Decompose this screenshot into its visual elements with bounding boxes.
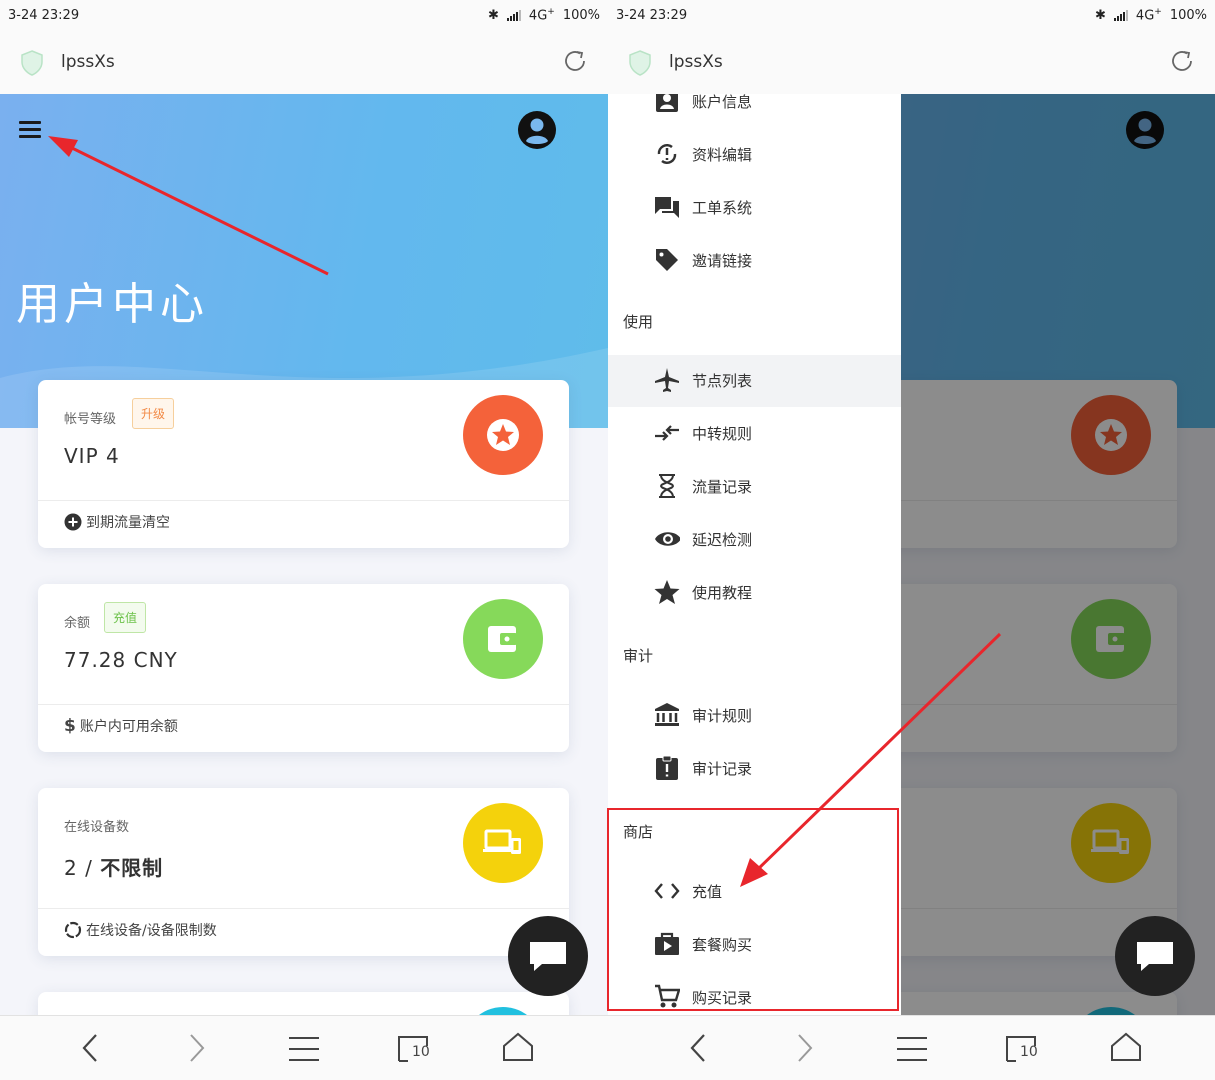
- reload-icon[interactable]: [1167, 46, 1197, 80]
- bluetooth-icon: ✱: [488, 7, 499, 23]
- hourglass-icon: [654, 473, 680, 499]
- devices-card: 在线设备数 2 / 不限制 在线设备/设备限制数: [38, 788, 569, 956]
- reload-icon[interactable]: [560, 46, 590, 80]
- tabs-icon[interactable]: 10: [396, 1034, 430, 1068]
- chat-icon: [530, 942, 566, 971]
- menu-item-invite-link[interactable]: 邀请链接: [608, 235, 901, 287]
- chat-icon: [1137, 942, 1173, 971]
- browser-bottom-bar: 10: [608, 1015, 1215, 1080]
- compare-arrows-icon: [654, 420, 680, 446]
- home-icon[interactable]: [1110, 1032, 1142, 1066]
- tag-icon: [654, 247, 680, 273]
- menu-item-ticket-system[interactable]: 工单系统: [608, 182, 901, 234]
- menu-item-audit-log[interactable]: 审计记录: [608, 743, 901, 795]
- add-circle-icon: [64, 513, 82, 531]
- hamburger-icon[interactable]: [19, 121, 41, 142]
- back-icon[interactable]: [688, 1032, 712, 1068]
- bluetooth-icon: ✱: [1095, 7, 1106, 23]
- status-bar: 3-24 23:29 ✱ 4G+ 100%: [0, 0, 608, 32]
- forward-icon[interactable]: [793, 1032, 817, 1068]
- browser-bottom-bar: 10: [0, 1015, 608, 1080]
- wallet-icon: [463, 599, 543, 679]
- menu-item-account-info[interactable]: 账户信息: [608, 94, 901, 128]
- shield-icon: [628, 50, 652, 80]
- site-title: lpssXs: [669, 52, 723, 72]
- card-value: 2 / 不限制: [64, 856, 164, 880]
- page-title: 用户中心: [16, 279, 208, 330]
- card-footer: 在线设备/设备限制数: [86, 923, 217, 939]
- airplane-icon: [654, 367, 680, 393]
- status-bar: 3-24 23:29 ✱ 4G+ 100%: [608, 0, 1215, 32]
- account-circle-icon[interactable]: [517, 110, 557, 154]
- section-use: 使用: [623, 313, 654, 331]
- menu-item-audit-rules[interactable]: 审计规则: [608, 690, 901, 742]
- devices-icon: [463, 803, 543, 883]
- signal-icon: [506, 9, 521, 21]
- chat-button[interactable]: [508, 916, 588, 996]
- battery-label: 100%: [562, 7, 600, 23]
- star-badge-icon: [463, 395, 543, 475]
- recharge-button[interactable]: 充值: [104, 602, 147, 633]
- shield-icon: [20, 50, 44, 80]
- back-icon[interactable]: [80, 1032, 104, 1068]
- dollar-icon: $: [64, 716, 76, 736]
- shop-highlight-box: [607, 808, 899, 1011]
- address-bar[interactable]: lpssXs: [0, 32, 608, 95]
- chat-button[interactable]: [1115, 916, 1195, 996]
- card-value: VIP 4: [64, 444, 120, 468]
- menu-icon[interactable]: [896, 1036, 928, 1066]
- menu-item-node-list[interactable]: 节点列表: [608, 355, 901, 407]
- card-label: 在线设备数: [64, 820, 130, 835]
- bank-icon: [654, 702, 680, 728]
- eye-icon: [654, 526, 680, 552]
- forum-icon: [654, 194, 680, 220]
- progress-ring-icon: [64, 921, 82, 939]
- battery-label: 100%: [1169, 7, 1207, 23]
- card-value: 77.28 CNY: [64, 648, 178, 672]
- left-screen: 3-24 23:29 ✱ 4G+ 100% lpssXs 用户中心 帐号等级 升…: [0, 0, 608, 1080]
- signal-icon: [1113, 9, 1128, 21]
- section-audit: 审计: [623, 647, 654, 665]
- menu-item-profile-edit[interactable]: 资料编辑: [608, 129, 901, 181]
- menu-item-tutorial[interactable]: 使用教程: [608, 567, 901, 619]
- status-time: 3-24 23:29: [616, 8, 688, 23]
- upgrade-button[interactable]: 升级: [132, 398, 175, 429]
- status-time: 3-24 23:29: [8, 8, 80, 23]
- forward-icon[interactable]: [185, 1032, 209, 1068]
- star-icon: [654, 579, 680, 605]
- address-bar[interactable]: lpssXs: [608, 32, 1215, 95]
- site-title: lpssXs: [61, 52, 115, 72]
- menu-item-traffic-log[interactable]: 流量记录: [608, 461, 901, 513]
- clipboard-alert-icon: [654, 755, 680, 781]
- account-level-card: 帐号等级 升级 VIP 4 到期流量清空: [38, 380, 569, 548]
- menu-item-relay-rules[interactable]: 中转规则: [608, 408, 901, 460]
- card-footer: 到期流量清空: [86, 515, 170, 531]
- network-label: 4G+: [1135, 7, 1162, 24]
- sync-alert-icon: [654, 141, 680, 167]
- tabs-icon[interactable]: 10: [1004, 1034, 1038, 1068]
- account-box-icon: [654, 94, 680, 114]
- balance-card: 余额 充值 77.28 CNY $ 账户内可用余额: [38, 584, 569, 752]
- menu-item-latency-test[interactable]: 延迟检测: [608, 514, 901, 566]
- card-footer: 账户内可用余额: [79, 719, 178, 735]
- network-label: 4G+: [528, 7, 555, 24]
- home-icon[interactable]: [502, 1032, 534, 1066]
- menu-icon[interactable]: [288, 1036, 320, 1066]
- card-label: 帐号等级: [64, 412, 117, 427]
- card-label: 余额: [64, 616, 91, 631]
